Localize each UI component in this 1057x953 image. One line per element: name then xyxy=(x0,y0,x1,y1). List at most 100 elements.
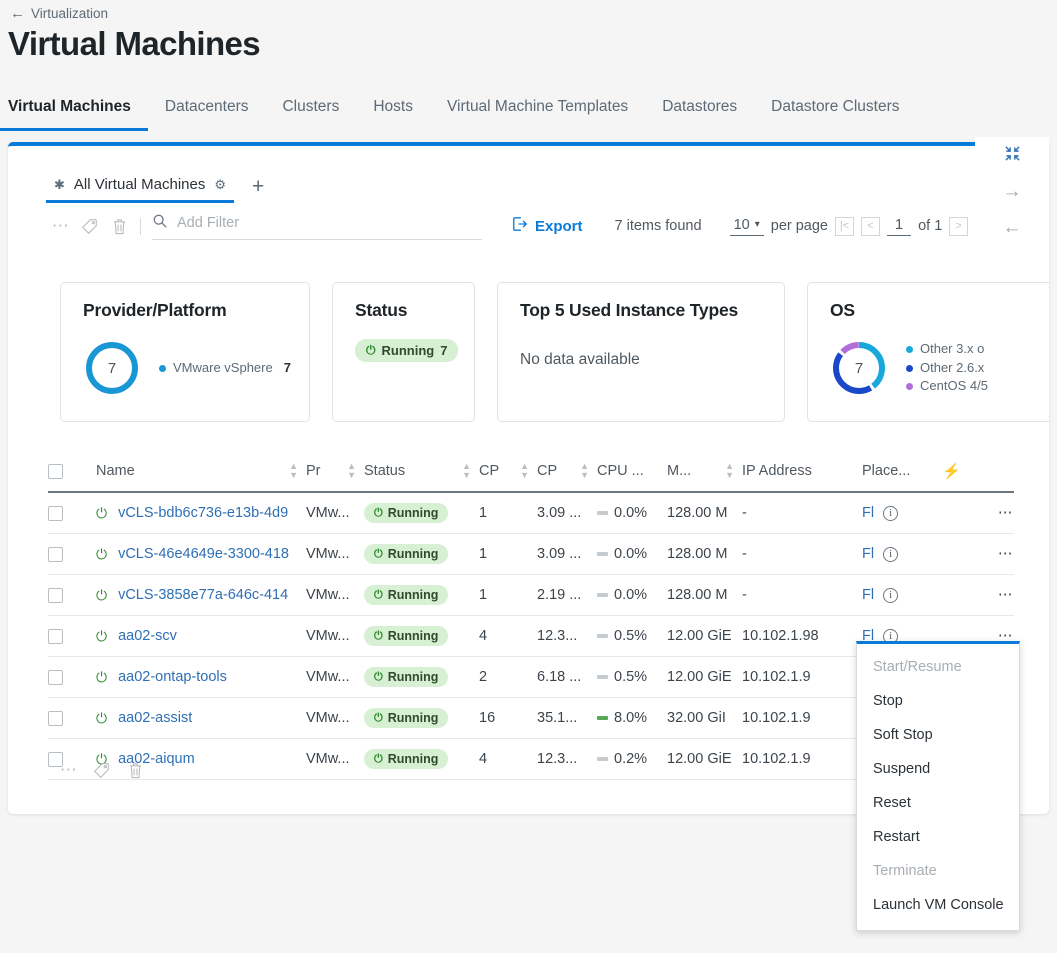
ellipsis-icon[interactable]: ⋯ xyxy=(48,216,74,236)
add-saved-search-button[interactable]: + xyxy=(234,176,274,203)
collapse-icon[interactable] xyxy=(1004,145,1021,167)
row-cpu-usage-cell: 0.5% xyxy=(597,656,667,698)
column-header-provider[interactable]: Pr ▲ ▼ xyxy=(306,462,364,493)
vm-name-link[interactable]: aa02-ontap-tools xyxy=(118,669,227,685)
trash-icon[interactable] xyxy=(120,762,150,779)
row-actions-button[interactable]: ⋯ xyxy=(942,533,1014,575)
context-menu-item-stop[interactable]: Stop xyxy=(857,684,1019,718)
back-arrow-icon: ← xyxy=(10,5,25,22)
toolbar-divider xyxy=(140,217,141,235)
row-checkbox[interactable] xyxy=(48,587,63,603)
row-ip-cell: - xyxy=(742,492,862,534)
row-memory-cell: 32.00 GiI xyxy=(667,697,742,739)
power-icon: ⏻ xyxy=(96,504,108,521)
sort-toggle-icon[interactable]: ▲ ▼ xyxy=(347,462,356,480)
vm-name-link[interactable]: vCLS-46e4649e-3300-418 xyxy=(118,546,289,562)
per-page-label: per page xyxy=(770,218,828,234)
sort-toggle-icon[interactable]: ▲ ▼ xyxy=(580,462,589,480)
export-button[interactable]: Export xyxy=(512,216,583,236)
tab-datacenters[interactable]: Datacenters xyxy=(148,98,266,128)
per-page-select[interactable]: 10 ▾ xyxy=(729,217,764,236)
status-badge-running[interactable]: ⏻ Running 7 xyxy=(355,339,459,362)
legend-dot-icon xyxy=(906,364,913,372)
ellipsis-icon[interactable]: ⋯ xyxy=(56,760,82,780)
arrow-left-icon[interactable]: ← xyxy=(1003,217,1022,239)
arrow-right-icon[interactable]: → xyxy=(1003,181,1022,203)
column-header-label: IP Address xyxy=(742,463,812,479)
sort-toggle-icon[interactable]: ▲ ▼ xyxy=(462,462,471,480)
context-menu-item-suspend[interactable]: Suspend xyxy=(857,752,1019,786)
placement-link[interactable]: Fl xyxy=(862,505,874,521)
status-badge-label: Running xyxy=(387,547,439,561)
row-actions-button[interactable]: ⋯ xyxy=(942,574,1014,616)
column-header-cpu-speed[interactable]: CP ▲ ▼ xyxy=(537,462,597,493)
row-cpu-speed-cell: 6.18 ... xyxy=(537,656,597,698)
context-menu-item-restart[interactable]: Restart xyxy=(857,820,1019,854)
context-menu-item-reset[interactable]: Reset xyxy=(857,786,1019,820)
search-input[interactable] xyxy=(177,215,467,231)
table-row[interactable]: ⏻ vCLS-46e4649e-3300-418 VMw... ⏻ Running 1 3.… xyxy=(48,533,1014,575)
table-row[interactable]: ⏻ vCLS-bdb6c736-e13b-4d9 VMw... ⏻ Running 1 3.… xyxy=(48,492,1014,534)
status-badge-label: Running xyxy=(387,752,439,766)
row-cpu-speed-cell: 12.3... xyxy=(537,738,597,780)
row-checkbox[interactable] xyxy=(48,546,63,562)
tab-virtual-machine-templates[interactable]: Virtual Machine Templates xyxy=(430,98,645,128)
tab-clusters[interactable]: Clusters xyxy=(265,98,356,128)
tab-virtual-machines[interactable]: Virtual Machines xyxy=(0,98,148,131)
tab-datastores[interactable]: Datastores xyxy=(645,98,754,128)
page-number-input[interactable]: 1 xyxy=(887,217,912,236)
context-menu-item-soft-stop[interactable]: Soft Stop xyxy=(857,718,1019,752)
tab-datastore-clusters[interactable]: Datastore Clusters xyxy=(754,98,916,128)
tag-icon[interactable] xyxy=(86,762,116,779)
column-header-status[interactable]: Status ▲ ▼ xyxy=(364,462,479,493)
row-status-cell: ⏻ Running xyxy=(364,492,479,534)
sort-toggle-icon[interactable]: ▲ ▼ xyxy=(289,462,298,480)
prev-page-button[interactable]: < xyxy=(861,216,880,236)
power-bolt-icon[interactable]: ⚡ xyxy=(942,462,961,480)
os-legend: Other 3.x o Other 2.6.x CentOS 4/5 xyxy=(906,340,988,397)
placement-link[interactable]: Fl xyxy=(862,546,874,562)
placement-link[interactable]: Fl xyxy=(862,587,874,603)
table-scroll-controls: → ← xyxy=(975,137,1049,255)
vm-name-link[interactable]: aa02-assist xyxy=(118,710,192,726)
info-icon[interactable]: i xyxy=(883,587,899,603)
sort-toggle-icon[interactable]: ▲ ▼ xyxy=(725,462,734,480)
vm-name-link[interactable]: vCLS-bdb6c736-e13b-4d9 xyxy=(118,505,288,521)
next-page-button[interactable]: > xyxy=(949,216,969,236)
saved-search-tab-all-virtual-machines[interactable]: ✱ All Virtual Machines ⚙ xyxy=(46,172,235,203)
column-header-power-actions: ⚡ xyxy=(942,462,1014,493)
row-checkbox[interactable] xyxy=(48,669,63,685)
info-icon[interactable]: i xyxy=(883,505,899,521)
row-memory-cell: 12.00 GiE xyxy=(667,656,742,698)
row-checkbox[interactable] xyxy=(48,628,63,644)
cpu-usage-bar xyxy=(597,716,608,720)
row-checkbox[interactable] xyxy=(48,505,63,521)
vm-name-link[interactable]: vCLS-3858e77a-646c-414 xyxy=(118,587,288,603)
column-header-cpu-count[interactable]: CP ▲ ▼ xyxy=(479,462,537,493)
row-checkbox[interactable] xyxy=(48,710,63,726)
legend-item: VMware vSphere 7 xyxy=(159,359,291,378)
cpu-usage-bar xyxy=(597,757,608,761)
breadcrumb[interactable]: ← Virtualization xyxy=(10,5,108,22)
column-header-cpu-usage: CPU ... xyxy=(597,462,667,493)
trash-icon[interactable] xyxy=(104,218,134,235)
info-icon[interactable]: i xyxy=(883,546,899,562)
legend-label: Other 3.x o xyxy=(920,340,985,356)
select-all-checkbox[interactable] xyxy=(48,463,63,479)
summary-cards: Provider/Platform 7 VMware vSphere 7 Sta… xyxy=(60,282,1049,422)
tab-hosts[interactable]: Hosts xyxy=(356,98,430,128)
column-header-memory[interactable]: M... ▲ ▼ xyxy=(667,462,742,493)
table-row[interactable]: ⏻ vCLS-3858e77a-646c-414 VMw... ⏻ Running 1 2.… xyxy=(48,574,1014,616)
sort-toggle-icon[interactable]: ▲ ▼ xyxy=(520,462,529,480)
context-menu-item-launch-vm-console[interactable]: Launch VM Console xyxy=(857,888,1019,922)
row-ip-cell: - xyxy=(742,533,862,575)
gear-icon[interactable]: ⚙ xyxy=(214,177,226,193)
vm-name-link[interactable]: aa02-scv xyxy=(118,628,177,644)
column-header-name[interactable]: Name ▲ ▼ xyxy=(96,462,306,493)
first-page-button[interactable]: |< xyxy=(835,216,854,236)
row-actions-button[interactable]: ⋯ xyxy=(942,492,1014,534)
row-provider-cell: VMw... xyxy=(306,615,364,657)
row-memory-cell: 12.00 GiE xyxy=(667,738,742,780)
cpu-usage-bar xyxy=(597,511,608,515)
tag-icon[interactable] xyxy=(74,218,104,235)
